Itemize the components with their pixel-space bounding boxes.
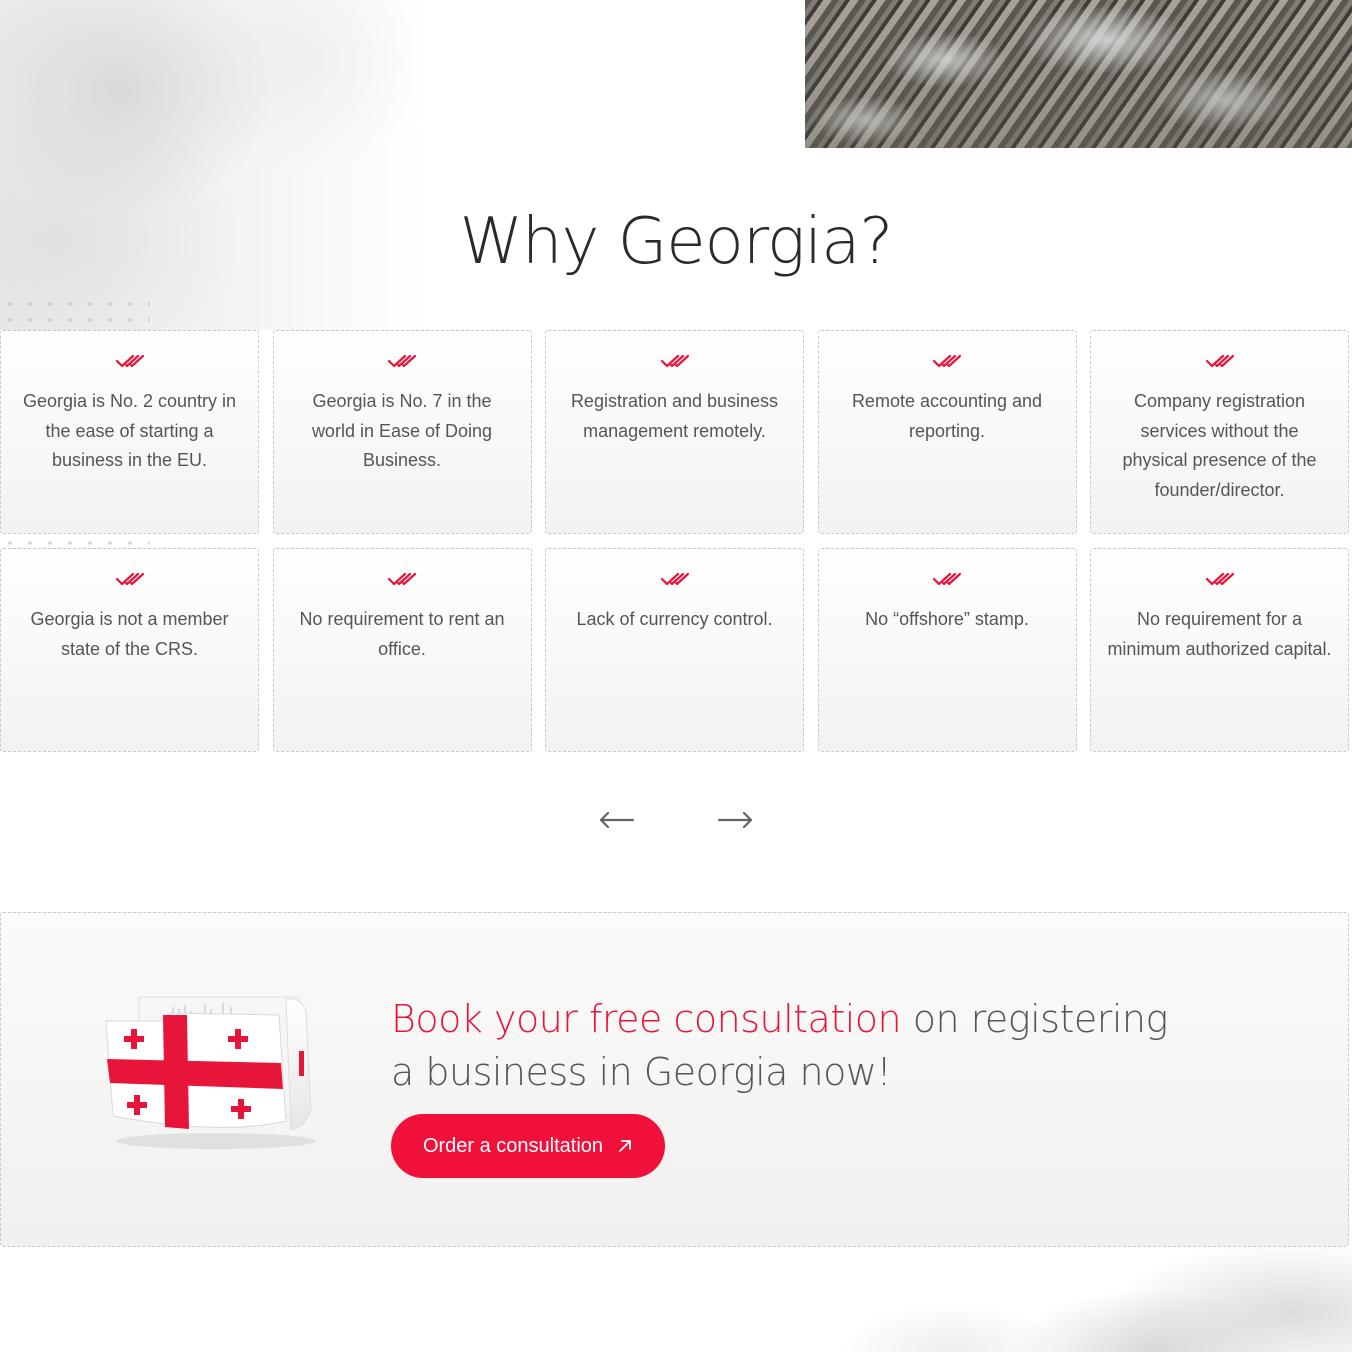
next-button[interactable] (716, 800, 756, 840)
advantage-card: Lack of currency control. (545, 548, 804, 752)
section-title: Why Georgia? (459, 205, 894, 279)
advantage-text: Company registration services without th… (1122, 391, 1317, 500)
prev-button[interactable] (596, 800, 636, 840)
mountain-image (805, 0, 1352, 148)
advantage-card: No “offshore” stamp. (817, 548, 1077, 752)
double-check-icon (387, 354, 417, 368)
double-check-icon (115, 354, 144, 368)
carousel-pager (596, 800, 756, 840)
advantages-grid: Georgia is No. 2 country in the ease of … (0, 330, 1352, 752)
double-check-icon (1205, 354, 1234, 368)
advantage-text: No requirement for a minimum authorized … (1107, 609, 1332, 659)
dots-decoration (0, 313, 150, 327)
page: Why Georgia? Georgia is No. 2 country in… (0, 0, 1352, 1352)
double-check-icon (660, 572, 689, 586)
double-check-icon (932, 354, 962, 368)
order-consultation-label: Order a consultation (422, 1134, 604, 1157)
order-consultation-button[interactable]: Order a consultation (391, 1114, 665, 1178)
double-check-icon (115, 572, 144, 586)
cta-heading: Book your free consultation on registeri… (391, 993, 1191, 1099)
advantage-text: Georgia is not a member state of the CRS… (30, 609, 229, 659)
cloud-background (732, 1242, 1352, 1352)
arrow-right-icon (717, 811, 753, 829)
georgia-flag-folder-icon (105, 996, 316, 1149)
advantage-card: Company registration services without th… (1090, 330, 1349, 534)
advantage-card: Georgia is not a member state of the CRS… (0, 548, 259, 752)
advantage-text: No requirement to rent an office. (299, 609, 505, 659)
advantage-text: Remote accounting and reporting. (851, 391, 1043, 441)
advantage-card: Registration and business management rem… (545, 330, 804, 534)
advantage-card: Georgia is No. 2 country in the ease of … (0, 330, 259, 534)
advantage-card: No requirement to rent an office. (272, 548, 532, 752)
cta-heading-accent: Book your free consultation (391, 997, 902, 1041)
advantage-text: Georgia is No. 2 country in the ease of … (22, 391, 237, 470)
advantage-text: Lack of currency control. (576, 609, 773, 629)
consultation-banner: Book your free consultation on registeri… (0, 912, 1349, 1247)
double-check-icon (387, 572, 417, 586)
advantage-card: No requirement for a minimum authorized … (1090, 548, 1349, 752)
double-check-icon (1205, 572, 1234, 586)
dots-decoration (0, 297, 150, 311)
advantage-text: Georgia is No. 7 in the world in Ease of… (311, 391, 493, 470)
advantage-text: No “offshore” stamp. (865, 609, 1029, 629)
double-check-icon (660, 354, 689, 368)
advantage-card: Georgia is No. 7 in the world in Ease of… (272, 330, 532, 534)
arrow-up-right-icon (619, 1140, 631, 1152)
advantage-text: Registration and business management rem… (570, 391, 779, 441)
arrow-left-icon (599, 811, 635, 829)
double-check-icon (932, 572, 962, 586)
cloud-background (0, 0, 425, 330)
advantage-card: Remote accounting and reporting. (817, 330, 1077, 534)
